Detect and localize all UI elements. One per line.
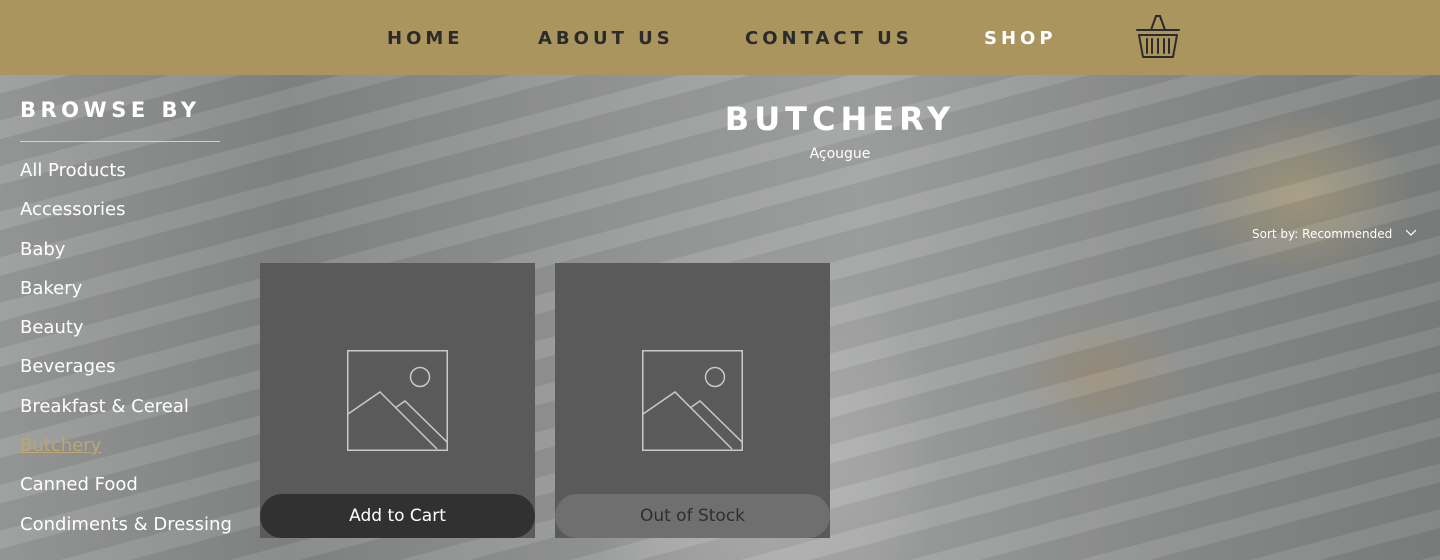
category-bakery[interactable]: Bakery: [20, 276, 240, 315]
chevron-down-icon: [1406, 229, 1417, 236]
nav-about-us[interactable]: ABOUT US: [538, 28, 674, 49]
sort-value: Recommended: [1302, 227, 1393, 241]
product-card[interactable]: Add to Cart: [260, 263, 535, 538]
category-canned-food[interactable]: Canned Food: [20, 472, 240, 511]
category-list: All Products Accessories Baby Bakery Bea…: [20, 158, 240, 538]
category-accessories[interactable]: Accessories: [20, 197, 240, 236]
sort-label: Sort by:: [1252, 227, 1299, 241]
category-baby[interactable]: Baby: [20, 237, 240, 276]
nav-shop[interactable]: SHOP: [984, 28, 1057, 49]
divider: [20, 141, 220, 142]
category-beauty[interactable]: Beauty: [20, 315, 240, 354]
image-placeholder-icon: [642, 350, 743, 451]
nav-contact-us[interactable]: CONTACT US: [745, 28, 913, 49]
sort-dropdown[interactable]: Sort by: Recommended: [1252, 227, 1417, 241]
add-to-cart-button[interactable]: Add to Cart: [260, 494, 535, 538]
category-breakfast-cereal[interactable]: Breakfast & Cereal: [20, 394, 240, 433]
nav-home[interactable]: HOME: [387, 28, 464, 49]
category-beverages[interactable]: Beverages: [20, 354, 240, 393]
page-title: BUTCHERY: [724, 100, 956, 138]
category-condiments-dressing[interactable]: Condiments & Dressing: [20, 512, 240, 538]
category-all-products[interactable]: All Products: [20, 158, 240, 197]
image-placeholder-icon: [347, 350, 448, 451]
basket-icon[interactable]: [1134, 13, 1182, 61]
site-header: HOME ABOUT US CONTACT US SHOP: [0, 0, 1440, 75]
product-card[interactable]: Out of Stock: [555, 263, 830, 538]
page-subtitle: Açougue: [809, 146, 871, 162]
sidebar-title: BROWSE BY: [20, 98, 201, 122]
out-of-stock-button[interactable]: Out of Stock: [555, 494, 830, 538]
category-butchery[interactable]: Butchery: [20, 433, 240, 472]
